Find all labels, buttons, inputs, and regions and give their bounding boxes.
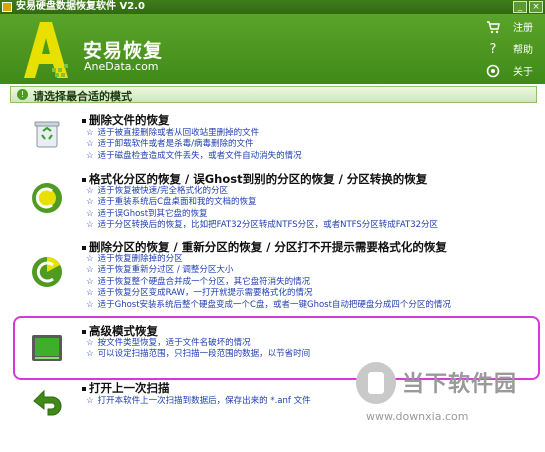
hard-drive-icon: [32, 335, 62, 361]
question-icon: ?: [489, 42, 497, 57]
watermark-text: 当下软件园: [402, 372, 518, 397]
help-label: 帮助: [513, 45, 533, 56]
option-bullets: 适于恢复被快速/完全格式化的分区 适于重装系统后C盘桌面和我的文档的恢复 适于误…: [86, 186, 438, 232]
bullet: 适于卸载软件或者是杀毒/病毒删除的文件: [86, 139, 302, 150]
bullet: 适于被直接删除或者从回收站里删掉的文件: [86, 128, 302, 139]
option-title: 打开上一次扫描: [82, 380, 170, 396]
option-title: 删除分区的恢复 / 重新分区的恢复 / 分区打不开提示需要格式化的恢复: [82, 239, 447, 255]
option-format-recovery[interactable]: 格式化分区的恢复 / 误Ghost到别的分区的恢复 / 分区转换的恢复 适于恢复…: [10, 169, 537, 237]
option-bullets: 适于恢复删除掉的分区 适于恢复重新分过区 / 调整分区大小 适于恢复整个硬盘合并…: [86, 254, 451, 311]
window-controls: _ ×: [513, 1, 543, 13]
window-title: 安易硬盘数据恢复软件 V2.0: [16, 1, 145, 12]
section-title: 请选择最合适的模式: [33, 90, 132, 103]
bullet: 适于恢复删除掉的分区: [86, 254, 451, 265]
bullet: 适于重装系统后C盘桌面和我的文档的恢复: [86, 197, 438, 208]
logo-icon: [24, 22, 68, 78]
logo-text: 安易恢复: [83, 40, 164, 62]
close-button[interactable]: ×: [529, 1, 543, 13]
title-bar: 安易硬盘数据恢复软件 V2.0 _ ×: [0, 0, 545, 14]
bullet: 适于恢复分区变成RAW，一打开就提示需要格式化的情况: [86, 288, 451, 299]
recycle-bin-icon: [34, 121, 60, 148]
header: 安易恢复 AneData.com 注册 ? 帮助 关于: [0, 14, 545, 84]
option-title: 高级模式恢复: [82, 323, 158, 339]
register-label: 注册: [513, 23, 533, 34]
partition-icon: [32, 257, 62, 287]
bullet: 适于误Ghost到其它盘的恢复: [86, 209, 438, 220]
bullet: 适于恢复被快速/完全格式化的分区: [86, 186, 438, 197]
option-title: 格式化分区的恢复 / 误Ghost到别的分区的恢复 / 分区转换的恢复: [82, 171, 427, 187]
bullet: 适于Ghost安装系统后整个硬盘变成一个C盘，或者一键Ghost自动把硬盘分成四…: [86, 300, 451, 311]
section-header: ! 请选择最合适的模式: [10, 86, 537, 103]
cart-icon: [486, 20, 500, 36]
format-disk-icon: [32, 183, 62, 213]
bullet: 适于恢复整个硬盘合并成一个分区，其它盘符消失的情况: [86, 277, 451, 288]
minimize-button[interactable]: _: [513, 1, 527, 13]
option-bullets: 按文件类型恢复，适于文件名破坏的情况 可以设定扫描范围，只扫描一段范围的数据，以…: [86, 338, 311, 361]
option-bullets: 打开本软件上一次扫描到数据后，保存出来的 *.anf 文件: [86, 396, 311, 407]
option-delete-recovery[interactable]: 删除文件的恢复 适于被直接删除或者从回收站里删掉的文件 适于卸载软件或者是杀毒/…: [10, 109, 537, 169]
watermark-logo-icon: [356, 362, 396, 404]
back-arrow-icon: [33, 389, 62, 416]
about-label: 关于: [513, 67, 533, 78]
bullet: 适于磁盘检查造成文件丢失，或者文件自动消失的情况: [86, 151, 302, 162]
option-partition-recovery[interactable]: 删除分区的恢复 / 重新分区的恢复 / 分区打不开提示需要格式化的恢复 适于恢复…: [10, 239, 537, 315]
bullet: 适于恢复重新分过区 / 调整分区大小: [86, 265, 451, 276]
option-bullets: 适于被直接删除或者从回收站里删掉的文件 适于卸载软件或者是杀毒/病毒删除的文件 …: [86, 128, 302, 162]
bullet: 打开本软件上一次扫描到数据后，保存出来的 *.anf 文件: [86, 396, 311, 407]
watermark: 当下软件园 www.downxia.com: [346, 362, 542, 424]
bullet: 按文件类型恢复，适于文件名破坏的情况: [86, 338, 310, 349]
info-icon: !: [17, 89, 28, 100]
bullet: 可以设定扫描范围，只扫描一段范围的数据，以节省时间: [86, 349, 311, 360]
option-title: 删除文件的恢复: [82, 112, 170, 128]
watermark-url: www.downxia.com: [366, 410, 469, 423]
bullet: 适于分区转换后的恢复，比如把FAT32分区转成NTFS分区，或者NTFS分区转成…: [86, 220, 438, 231]
logo-url: AneData.com: [84, 60, 159, 73]
about-icon: [486, 64, 500, 80]
app-icon: [2, 2, 12, 12]
